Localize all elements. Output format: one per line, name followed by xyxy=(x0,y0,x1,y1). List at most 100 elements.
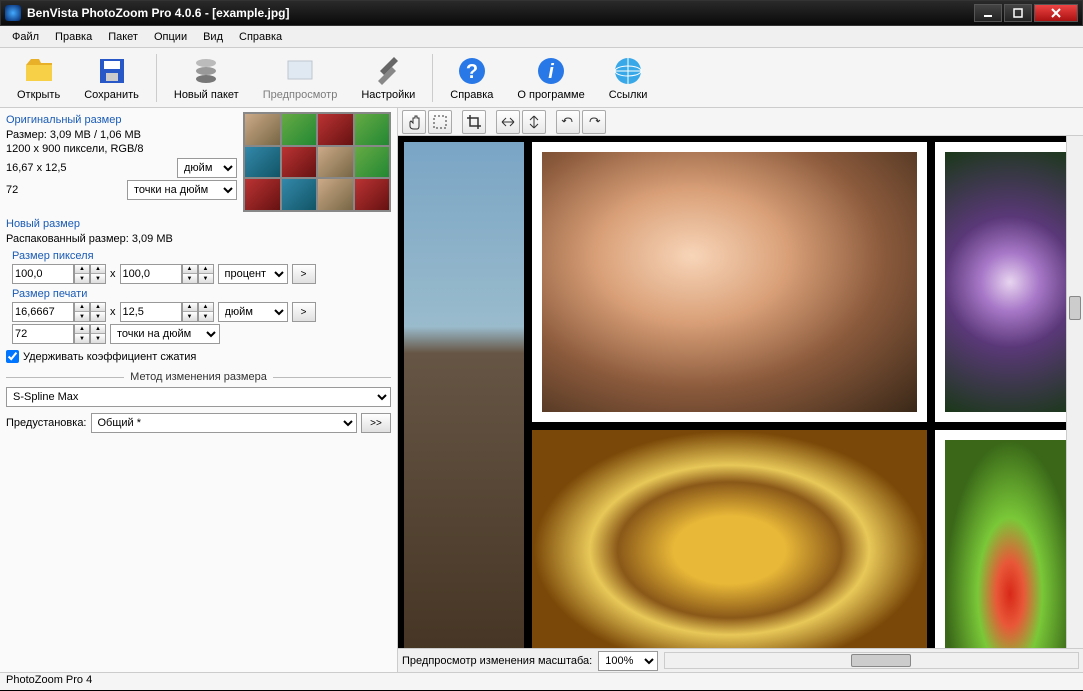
resize-method-select[interactable]: S-Spline Max xyxy=(6,387,391,407)
horizontal-scrollbar[interactable] xyxy=(664,652,1079,669)
about-label: О программе xyxy=(517,89,584,101)
spin-down[interactable]: ▼ xyxy=(75,334,89,343)
preview-image xyxy=(935,430,1083,648)
spin-up[interactable]: ▲ xyxy=(75,265,89,274)
preset-select[interactable]: Общий * xyxy=(91,413,358,433)
flip-h-icon xyxy=(500,114,516,130)
x-separator: x xyxy=(110,306,116,318)
menu-options[interactable]: Опции xyxy=(146,28,195,46)
keep-ratio-label: Удерживать коэффициент сжатия xyxy=(23,351,196,363)
spin-down[interactable]: ▼ xyxy=(91,274,105,283)
preset-go-button[interactable]: >> xyxy=(361,413,391,433)
svg-text:?: ? xyxy=(466,61,478,83)
flip-v-button[interactable] xyxy=(522,110,546,134)
save-button[interactable]: Сохранить xyxy=(73,51,150,105)
spin-down[interactable]: ▼ xyxy=(75,274,89,283)
menu-edit[interactable]: Правка xyxy=(47,28,100,46)
spin-up[interactable]: ▲ xyxy=(183,265,197,274)
dpi-unit-select[interactable]: точки на дюйм xyxy=(127,180,237,200)
pixel-width-input[interactable] xyxy=(12,264,74,284)
preview-image xyxy=(532,142,927,422)
spin-down[interactable]: ▼ xyxy=(199,312,213,321)
pixel-height-input[interactable] xyxy=(120,264,182,284)
zoom-select[interactable]: 100% xyxy=(598,651,658,671)
spin-up[interactable]: ▲ xyxy=(199,265,213,274)
flip-v-icon xyxy=(526,114,542,130)
open-button[interactable]: Открыть xyxy=(6,51,71,105)
thumbnail[interactable] xyxy=(355,179,390,210)
spin-up[interactable]: ▲ xyxy=(91,325,105,334)
hand-tool-button[interactable] xyxy=(402,110,426,134)
thumbnail[interactable] xyxy=(355,147,390,178)
print-width-input[interactable] xyxy=(12,302,74,322)
scrollbar-thumb[interactable] xyxy=(851,654,911,667)
settings-label: Настройки xyxy=(361,89,415,101)
new-batch-label: Новый пакет xyxy=(174,89,239,101)
thumbnail[interactable] xyxy=(282,147,317,178)
spin-down[interactable]: ▼ xyxy=(75,312,89,321)
right-panel: Предпросмотр изменения масштаба: 100% xyxy=(398,108,1083,672)
menu-batch[interactable]: Пакет xyxy=(100,28,146,46)
spin-down[interactable]: ▼ xyxy=(183,312,197,321)
print-go-button[interactable]: > xyxy=(292,302,316,322)
pixel-go-button[interactable]: > xyxy=(292,264,316,284)
preview-canvas[interactable] xyxy=(398,136,1083,648)
menu-help[interactable]: Справка xyxy=(231,28,290,46)
svg-text:i: i xyxy=(548,61,554,83)
thumbnail[interactable] xyxy=(318,179,353,210)
print-unit-select[interactable]: дюйм xyxy=(218,302,288,322)
close-button[interactable] xyxy=(1034,4,1078,22)
spin-down[interactable]: ▼ xyxy=(183,274,197,283)
spin-up[interactable]: ▲ xyxy=(75,303,89,312)
original-dpi: 72 xyxy=(6,184,18,196)
spin-up[interactable]: ▲ xyxy=(199,303,213,312)
crop-icon xyxy=(466,114,482,130)
spin-up[interactable]: ▲ xyxy=(183,303,197,312)
new-batch-button[interactable]: Новый пакет xyxy=(163,51,250,105)
spin-down[interactable]: ▼ xyxy=(91,312,105,321)
spin-up[interactable]: ▲ xyxy=(91,265,105,274)
thumbnail[interactable] xyxy=(245,147,280,178)
globe-icon xyxy=(612,55,644,87)
flip-h-button[interactable] xyxy=(496,110,520,134)
spin-up[interactable]: ▲ xyxy=(75,325,89,334)
resolution-input[interactable] xyxy=(12,324,74,344)
vertical-scrollbar[interactable] xyxy=(1066,136,1083,648)
crop-tool-button[interactable] xyxy=(462,110,486,134)
spin-up[interactable]: ▲ xyxy=(91,303,105,312)
links-button[interactable]: Ссылки xyxy=(598,51,659,105)
select-tool-button[interactable] xyxy=(428,110,452,134)
preview-image xyxy=(532,430,927,648)
redo-icon xyxy=(586,114,602,130)
help-button[interactable]: ? Справка xyxy=(439,51,504,105)
spin-down[interactable]: ▼ xyxy=(91,334,105,343)
settings-button[interactable]: Настройки xyxy=(350,51,426,105)
resolution-unit-select[interactable]: точки на дюйм xyxy=(110,324,220,344)
undo-button[interactable] xyxy=(556,110,580,134)
minimize-button[interactable] xyxy=(974,4,1002,22)
keep-ratio-checkbox[interactable] xyxy=(6,350,19,363)
spin-down[interactable]: ▼ xyxy=(199,274,213,283)
thumbnail[interactable] xyxy=(318,147,353,178)
thumbnail[interactable] xyxy=(282,114,317,145)
redo-button[interactable] xyxy=(582,110,606,134)
main-area: Оригинальный размер Размер: 3,09 MB / 1,… xyxy=(0,108,1083,672)
thumbnail[interactable] xyxy=(245,114,280,145)
thumbnail[interactable] xyxy=(318,114,353,145)
links-label: Ссылки xyxy=(609,89,648,101)
print-height-input[interactable] xyxy=(120,302,182,322)
thumbnail[interactable] xyxy=(245,179,280,210)
preview-button[interactable]: Предпросмотр xyxy=(252,51,349,105)
scrollbar-thumb[interactable] xyxy=(1069,296,1081,320)
menu-file[interactable]: Файл xyxy=(4,28,47,46)
phys-unit-select[interactable]: дюйм xyxy=(177,158,237,178)
menu-view[interactable]: Вид xyxy=(195,28,231,46)
thumbnail[interactable] xyxy=(355,114,390,145)
print-size-header: Размер печати xyxy=(12,288,391,300)
thumbnail-grid[interactable] xyxy=(243,112,391,212)
maximize-button[interactable] xyxy=(1004,4,1032,22)
about-button[interactable]: i О программе xyxy=(506,51,595,105)
pixel-unit-select[interactable]: процент xyxy=(218,264,288,284)
resize-method-group: Метод изменения размера xyxy=(6,371,391,383)
thumbnail[interactable] xyxy=(282,179,317,210)
